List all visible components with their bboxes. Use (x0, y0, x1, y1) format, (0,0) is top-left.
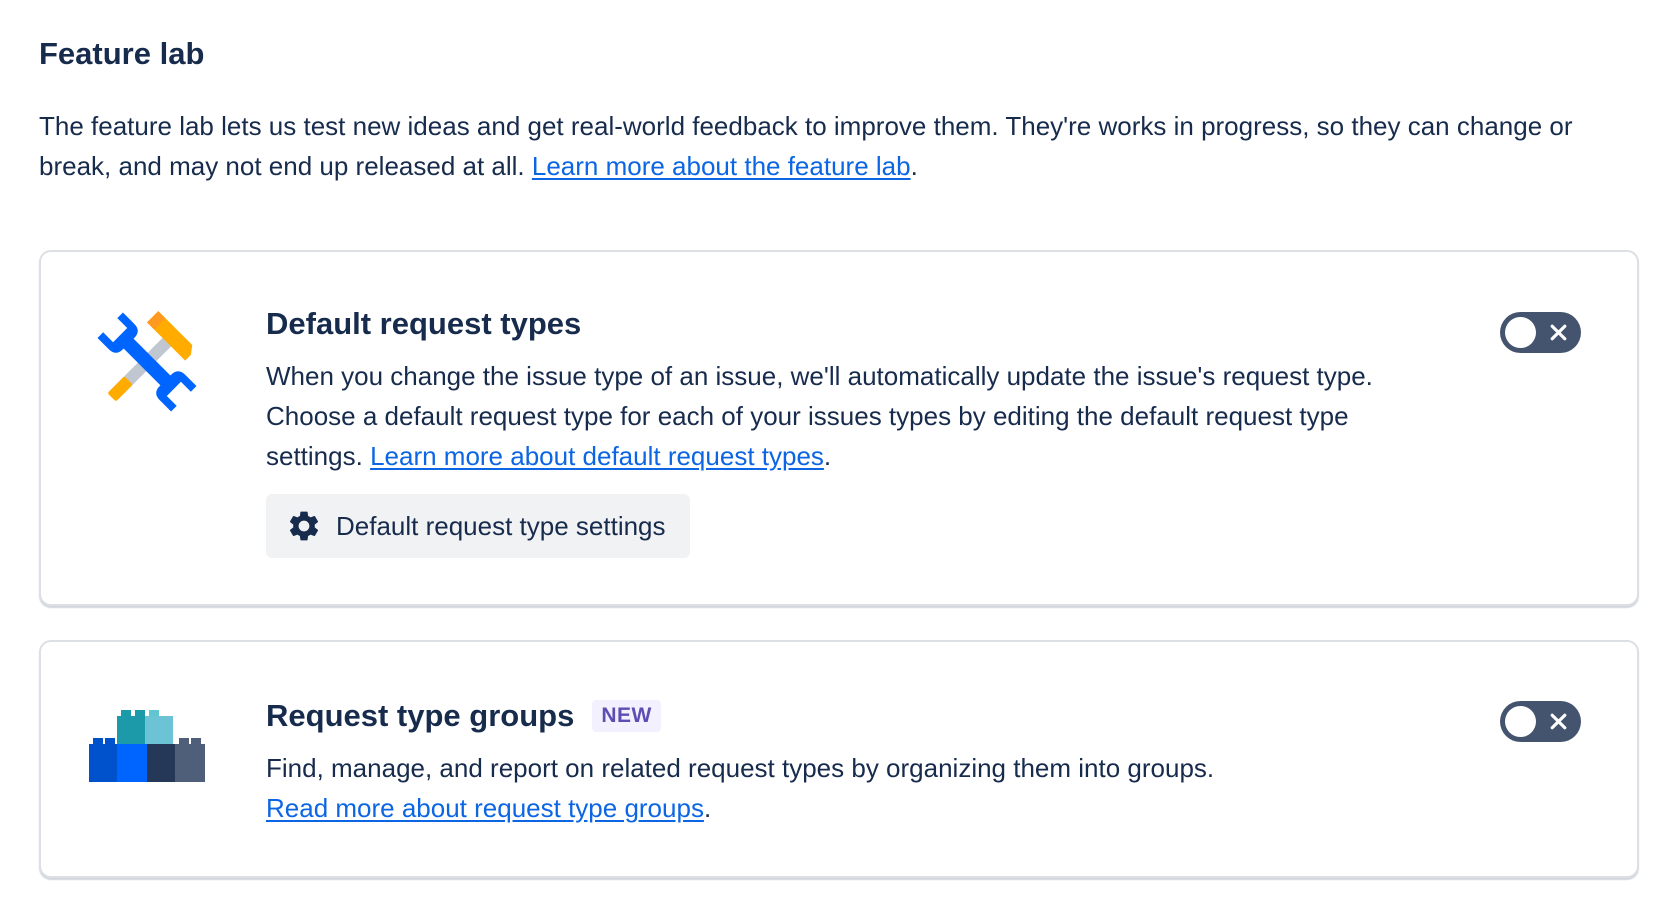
toggle-knob (1505, 706, 1536, 737)
tools-icon (97, 311, 197, 412)
page-title: Feature lab (39, 36, 205, 71)
close-icon (1550, 324, 1567, 341)
learn-more-feature-lab-link[interactable]: Learn more about the feature lab (532, 151, 911, 181)
feature-card-body: Request type groups NEW Find, manage, an… (266, 694, 1446, 828)
read-more-request-type-groups-link[interactable]: Read more about request type groups (266, 793, 704, 823)
blocks-icon (89, 710, 205, 782)
feature-title: Request type groups (266, 698, 575, 733)
feature-description-period: . (823, 441, 832, 471)
feature-card-body: Default request types When you change th… (266, 302, 1446, 558)
request-type-groups-toggle[interactable] (1500, 701, 1581, 742)
toggle-knob (1505, 317, 1536, 348)
intro-period: . (910, 151, 918, 181)
feature-card-default-request-types: Default request types When you change th… (39, 250, 1639, 606)
settings-button-label: Default request type settings (336, 510, 666, 541)
feature-description-period: . (703, 793, 712, 823)
feature-card-request-type-groups: Request type groups NEW Find, manage, an… (39, 640, 1639, 878)
new-badge: NEW (592, 700, 661, 732)
feature-title: Default request types (266, 306, 582, 341)
feature-description-text: Find, manage, and report on related requ… (266, 753, 1215, 783)
feature-title-row: Request type groups NEW (266, 694, 1446, 738)
intro-paragraph: The feature lab lets us test new ideas a… (39, 106, 1639, 186)
feature-title-row: Default request types (266, 302, 1446, 346)
feature-description: Find, manage, and report on related requ… (266, 748, 1446, 828)
default-request-types-toggle[interactable] (1500, 312, 1581, 353)
learn-more-default-request-types-link[interactable]: Learn more about default request types (370, 441, 824, 471)
gear-icon (289, 511, 319, 541)
close-icon (1550, 713, 1567, 730)
default-request-type-settings-button[interactable]: Default request type settings (266, 494, 690, 558)
feature-description: When you change the issue type of an iss… (266, 356, 1446, 476)
